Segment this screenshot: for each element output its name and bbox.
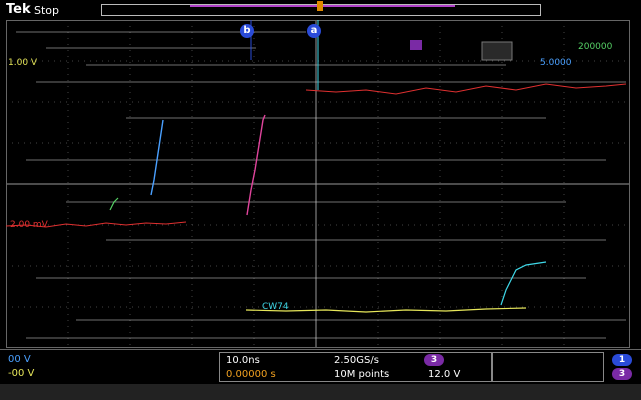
record-length-readout[interactable]: 10M points: [334, 369, 389, 380]
ch3-trace: [246, 114, 266, 216]
ch1-scale-readout: 1.00 V: [8, 58, 38, 68]
ch4-scale-readout: 2.00 mV: [10, 220, 48, 230]
ch4-trace: [109, 197, 119, 211]
ch-cyan-trace: [500, 261, 547, 306]
cursor-a-marker[interactable]: a: [307, 24, 321, 38]
measurement-box: [481, 41, 513, 61]
brand-logo: Tek: [6, 2, 31, 17]
graticule[interactable]: [6, 20, 630, 348]
right-ch3-chip[interactable]: 3: [612, 368, 632, 380]
trigger-position-marker[interactable]: [317, 1, 323, 11]
sample-rate-readout[interactable]: 2.50GS/s: [334, 355, 379, 366]
run-state: Stop: [34, 4, 60, 17]
right-ch1-chip[interactable]: 1: [612, 354, 632, 366]
cursor-b-marker[interactable]: b: [240, 24, 254, 38]
trigger-source-chip[interactable]: 3: [424, 354, 444, 366]
footer-strip: [0, 384, 641, 400]
ch2-scale-readout: 5.0000: [540, 58, 572, 68]
trigger-panel[interactable]: [492, 352, 604, 382]
ch-b-scale[interactable]: -00 V: [8, 368, 34, 379]
ch3-position-marker[interactable]: [410, 40, 422, 50]
top-status-bar: Tek Stop: [0, 0, 641, 20]
oscilloscope-screen: Tek Stop b a 1.00 V 200000 5.0000 CW74 2…: [0, 0, 641, 400]
ch1-scale-mid-readout: 200000: [578, 42, 613, 52]
ch3-scale-readout: CW74: [262, 302, 289, 312]
trigger-level-readout[interactable]: 12.0 V: [428, 369, 460, 380]
ch-a-scale[interactable]: 00 V: [8, 354, 31, 365]
trigger-delay-readout[interactable]: 0.00000 s: [226, 369, 276, 380]
timebase-readout[interactable]: 10.0ns: [226, 355, 260, 366]
math-trace-top: [305, 83, 627, 95]
